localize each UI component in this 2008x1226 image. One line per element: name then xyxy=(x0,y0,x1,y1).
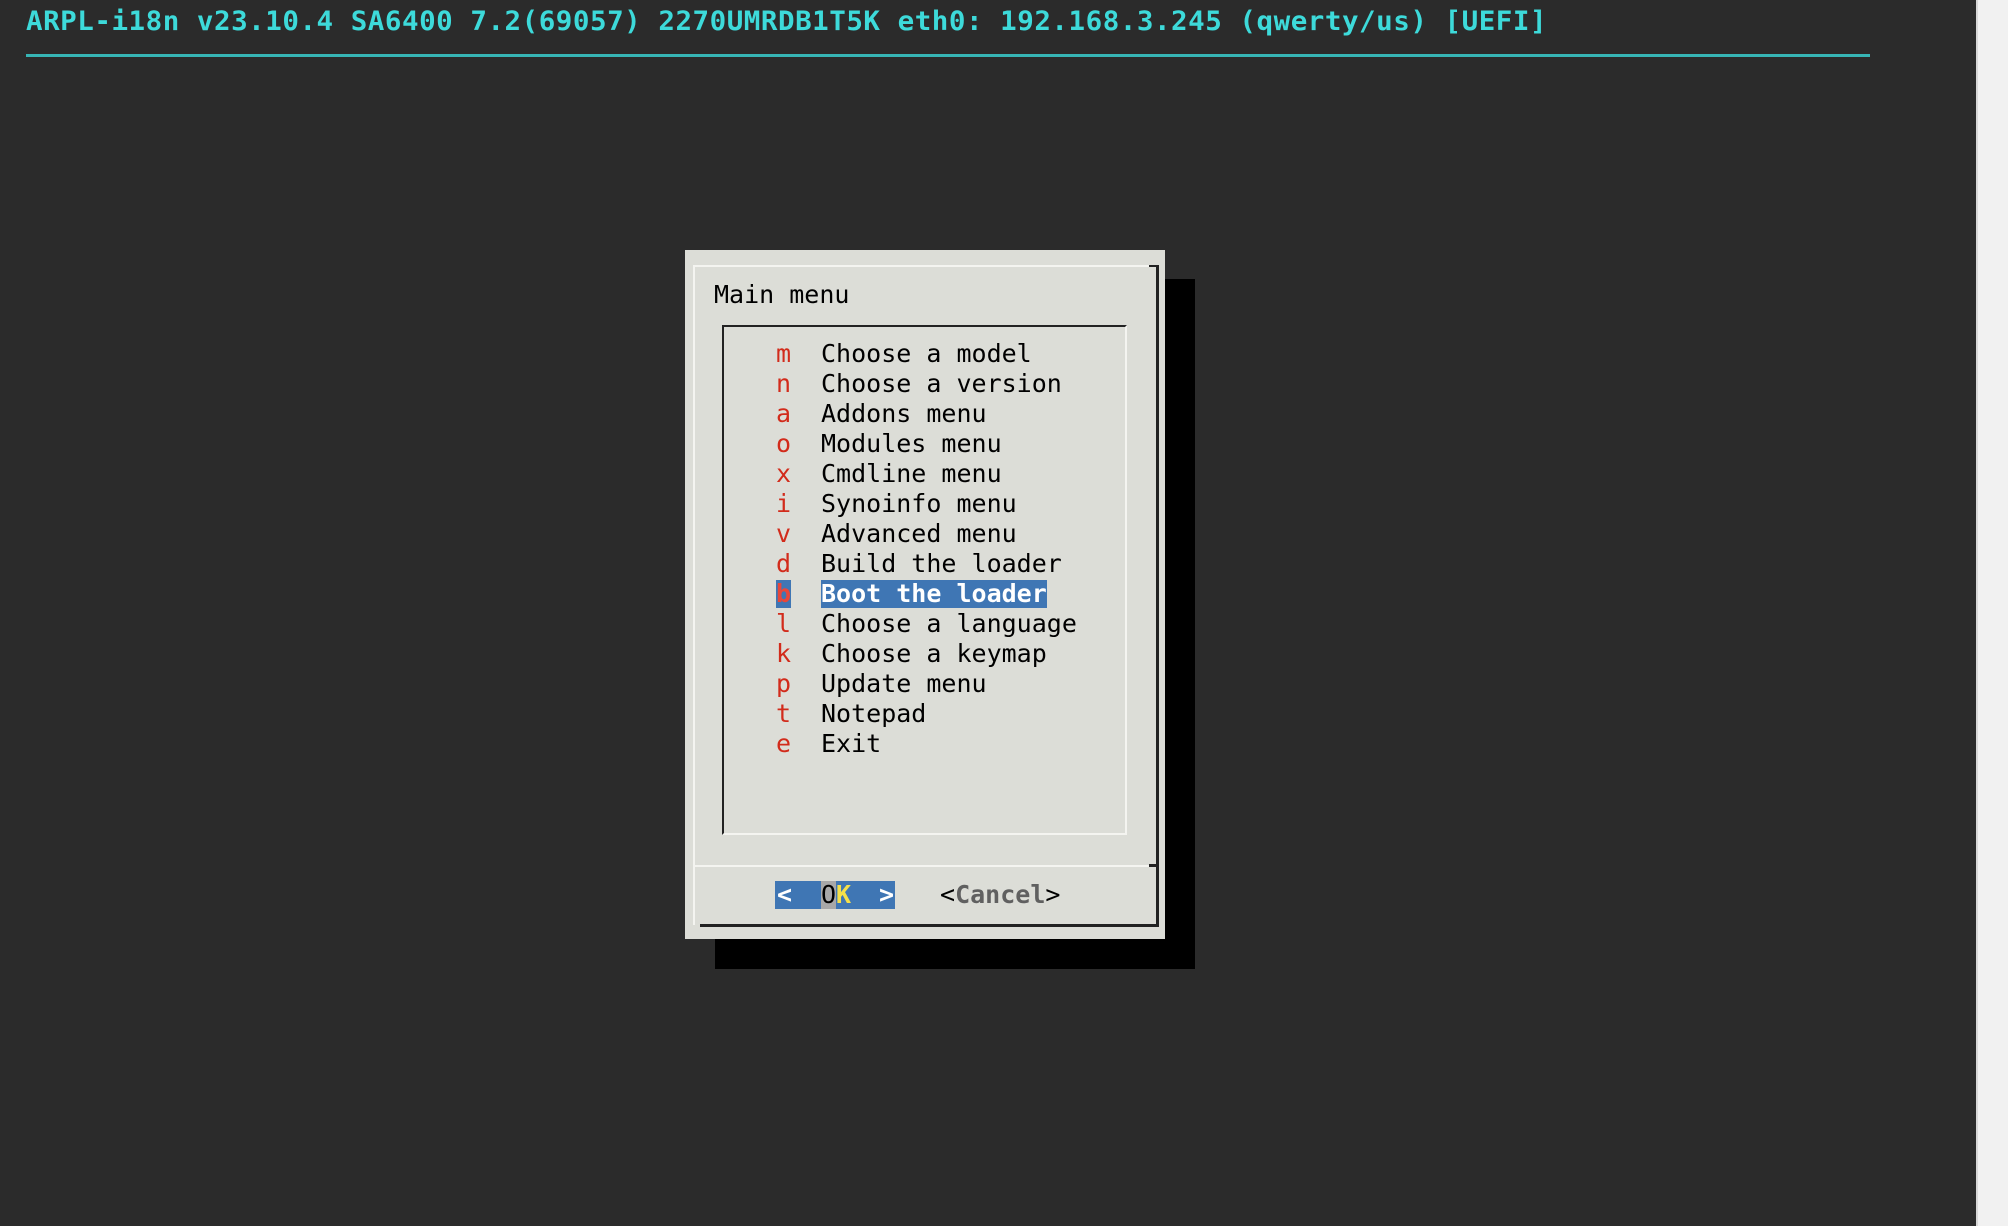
menu-item-label: Choose a model xyxy=(821,339,1032,368)
hotkey: i xyxy=(776,489,792,518)
ok-bracket-left: < xyxy=(777,880,793,909)
menu-item-label: Addons menu xyxy=(821,399,987,428)
button-divider xyxy=(693,865,1156,867)
hotkey: n xyxy=(776,369,792,398)
frame-left xyxy=(693,265,695,925)
hotkey: o xyxy=(776,429,792,458)
hotkey: b xyxy=(776,579,792,608)
menu-item-label: Choose a language xyxy=(821,609,1077,638)
menu-item-label: Choose a version xyxy=(821,369,1062,398)
menu-item-label: Exit xyxy=(821,729,882,758)
ok-button[interactable]: < O K > xyxy=(775,881,895,909)
frame-corner xyxy=(1149,265,1157,267)
hotkey: e xyxy=(776,729,792,758)
frame-bottom xyxy=(700,924,1159,927)
hotkey: a xyxy=(776,399,792,428)
hotkey: v xyxy=(776,519,792,548)
hotkey: l xyxy=(776,609,792,638)
hotkey: m xyxy=(776,339,792,368)
menu-item-label: Synoinfo menu xyxy=(821,489,1017,518)
ok-bracket-right: > xyxy=(879,880,895,909)
menu-list: m Choose a model n Choose a version a Addon… xyxy=(722,325,1127,835)
menu-item-label: Modules menu xyxy=(821,429,1002,458)
ok-label-k: K xyxy=(836,880,852,909)
frame-right xyxy=(1156,265,1159,927)
frame-top xyxy=(693,265,1158,267)
menu-item-label: Update menu xyxy=(821,669,987,698)
main-menu-dialog: Main menu m Choose a model n Choose a vers… xyxy=(685,250,1165,939)
menu-item-label: Advanced menu xyxy=(821,519,1017,548)
scrollbar[interactable] xyxy=(1976,0,2008,1226)
menu-item-label: Notepad xyxy=(821,699,927,728)
hotkey: x xyxy=(776,459,792,488)
hotkey: k xyxy=(776,639,792,668)
menu-item-label: Cmdline menu xyxy=(821,459,1002,488)
hotkey: t xyxy=(776,699,792,728)
terminal-header: ARPL-i18n v23.10.4 SA6400 7.2(69057) 227… xyxy=(26,6,1548,37)
menu-item-label: Choose a keymap xyxy=(821,639,1047,668)
divider-tick xyxy=(1149,864,1157,867)
cancel-label: Cancel xyxy=(955,880,1046,909)
menu-item-label: Build the loader xyxy=(821,549,1062,578)
cancel-button[interactable]: <Cancel> xyxy=(940,881,1060,909)
header-divider xyxy=(26,54,1870,57)
hotkey: p xyxy=(776,669,792,698)
dialog-title: Main menu xyxy=(714,280,850,309)
ok-label-o: O xyxy=(821,880,837,909)
cancel-bracket-left: < xyxy=(940,880,956,909)
cancel-bracket-right: > xyxy=(1045,880,1061,909)
menu-item-label: Boot the loader xyxy=(821,579,1047,608)
hotkey: d xyxy=(776,549,792,578)
